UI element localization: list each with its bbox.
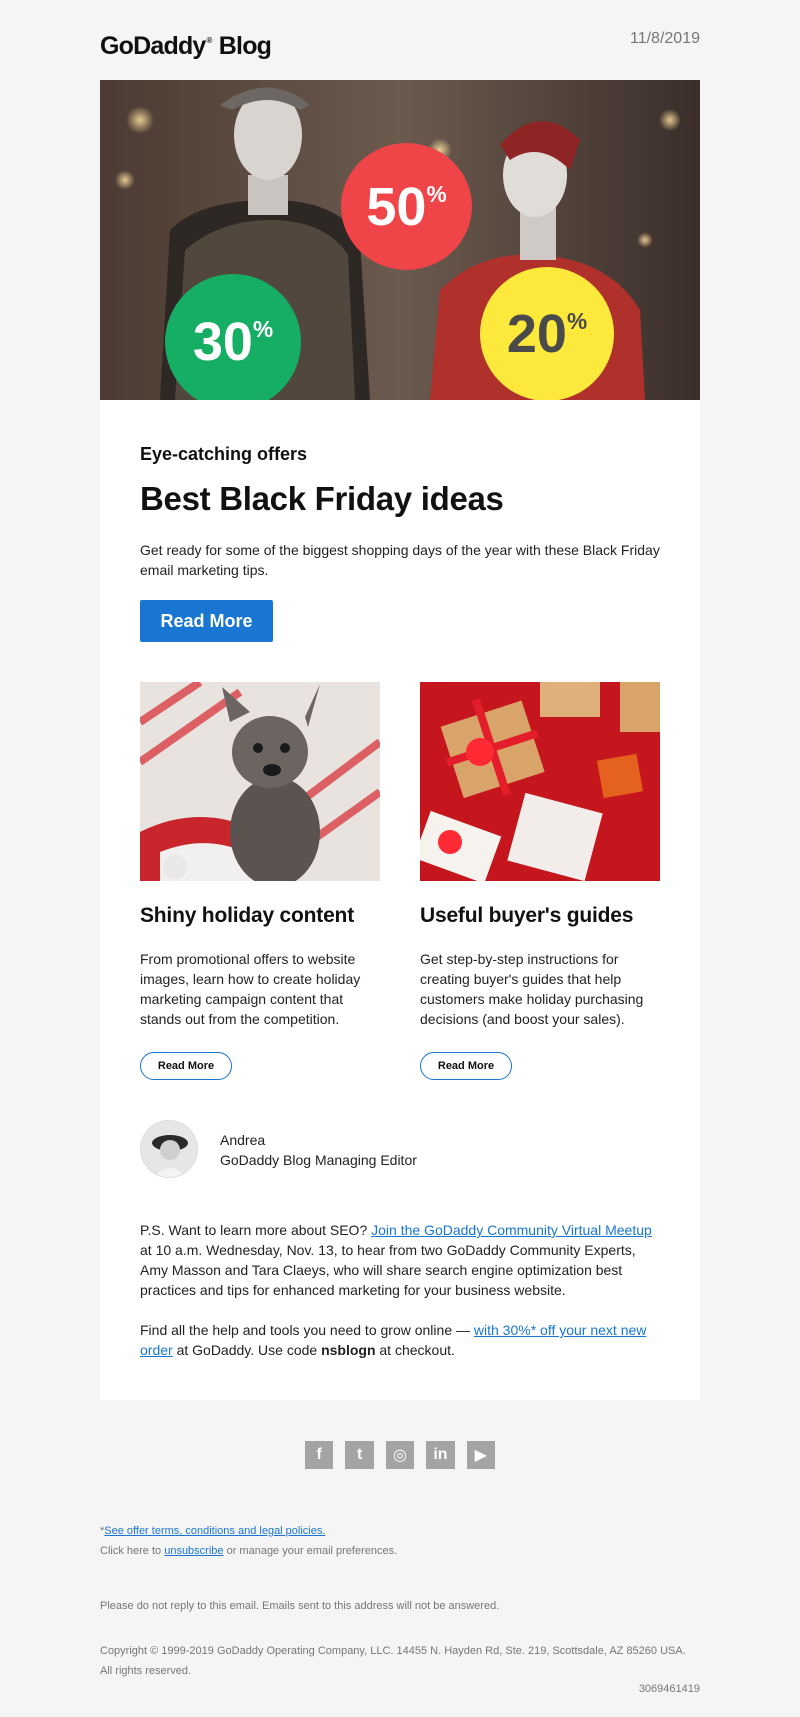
article-text: From promotional offers to website image… xyxy=(140,951,361,1027)
discount-badge-20: 20% xyxy=(480,267,614,400)
ps-suffix: at 10 a.m. Wednesday, Nov. 13, to hear f… xyxy=(140,1242,636,1298)
article-title: Shiny holiday content xyxy=(140,904,354,927)
ps-paragraph: P.S. Want to learn more about SEO? Join … xyxy=(140,1220,660,1300)
unsubscribe-link[interactable]: unsubscribe xyxy=(164,1545,223,1557)
twitter-icon[interactable]: t xyxy=(345,1441,374,1469)
article-read-more-button[interactable]: Read More xyxy=(420,1052,512,1080)
author-photo xyxy=(141,1121,197,1177)
author-role: GoDaddy Blog Managing Editor xyxy=(220,1152,417,1168)
article-read-more-button[interactable]: Read More xyxy=(140,1052,232,1080)
youtube-icon[interactable]: ▶ xyxy=(466,1441,496,1469)
puppy-illustration xyxy=(140,682,380,881)
facebook-icon[interactable]: f xyxy=(305,1441,334,1469)
discount-badge-50: 50% xyxy=(341,143,472,270)
terms-link[interactable]: See offer terms, conditions and legal po… xyxy=(104,1525,325,1537)
logo-text: GoDaddy xyxy=(100,32,206,60)
noreply-notice: Please do not reply to this email. Email… xyxy=(100,1600,500,1612)
footer-links: *See offer terms, conditions and legal p… xyxy=(100,1521,700,1561)
section-eyebrow: Eye-catching offers xyxy=(140,444,308,464)
ps-prefix: P.S. Want to learn more about SEO? xyxy=(140,1222,372,1238)
copyright-notice: Copyright © 1999-2019 GoDaddy Operating … xyxy=(100,1645,686,1677)
avatar xyxy=(140,1120,198,1178)
gifts-image[interactable] xyxy=(420,682,660,881)
gifts-illustration xyxy=(420,682,660,881)
meetup-link[interactable]: Join the GoDaddy Community Virtual Meetu… xyxy=(371,1222,652,1238)
read-more-button[interactable]: Read More xyxy=(140,600,273,642)
hero-image[interactable]: 50% 30% 20% xyxy=(100,80,700,400)
offer-middle: at GoDaddy. Use code xyxy=(172,1342,322,1358)
promo-code: nsblogn xyxy=(321,1342,376,1358)
unsub-prefix: Click here to xyxy=(100,1545,165,1557)
article-card-holiday-content: Shiny holiday content From promotional o… xyxy=(140,682,380,1080)
offer-prefix: Find all the help and tools you need to … xyxy=(140,1322,474,1338)
offer-paragraph: Find all the help and tools you need to … xyxy=(140,1320,660,1360)
puppy-image[interactable] xyxy=(140,682,380,881)
content-card: 50% 30% 20% Eye-catching offers Best Bla… xyxy=(100,80,700,1400)
main-headline: Best Black Friday ideas xyxy=(140,480,504,517)
article-title: Useful buyer's guides xyxy=(420,904,634,927)
author-name: Andrea xyxy=(220,1132,266,1148)
article-card-buyers-guides: Useful buyer's guides Get step-by-step i… xyxy=(420,682,660,1080)
godaddy-blog-logo[interactable]: GoDaddy® Blog xyxy=(100,32,272,61)
email-header: GoDaddy® Blog 11/8/2019 xyxy=(100,30,700,66)
author-block: Andrea GoDaddy Blog Managing Editor xyxy=(140,1120,660,1180)
offer-suffix: at checkout. xyxy=(375,1342,455,1358)
email-date: 11/8/2019 xyxy=(630,30,700,47)
email-id: 3069461419 xyxy=(638,1683,700,1695)
intro-text: Get ready for some of the biggest shoppi… xyxy=(140,542,660,578)
instagram-icon[interactable]: ◎ xyxy=(385,1441,415,1469)
unsub-suffix: or manage your email preferences. xyxy=(223,1545,398,1557)
article-text: Get step-by-step instructions for creati… xyxy=(420,951,644,1027)
social-links: f t ◎ in ▶ xyxy=(305,1441,496,1469)
logo-blog-text: Blog xyxy=(218,32,272,60)
linkedin-icon[interactable]: in xyxy=(426,1441,455,1469)
trademark-mark: ® xyxy=(206,36,213,45)
discount-badge-30: 30% xyxy=(165,274,301,400)
